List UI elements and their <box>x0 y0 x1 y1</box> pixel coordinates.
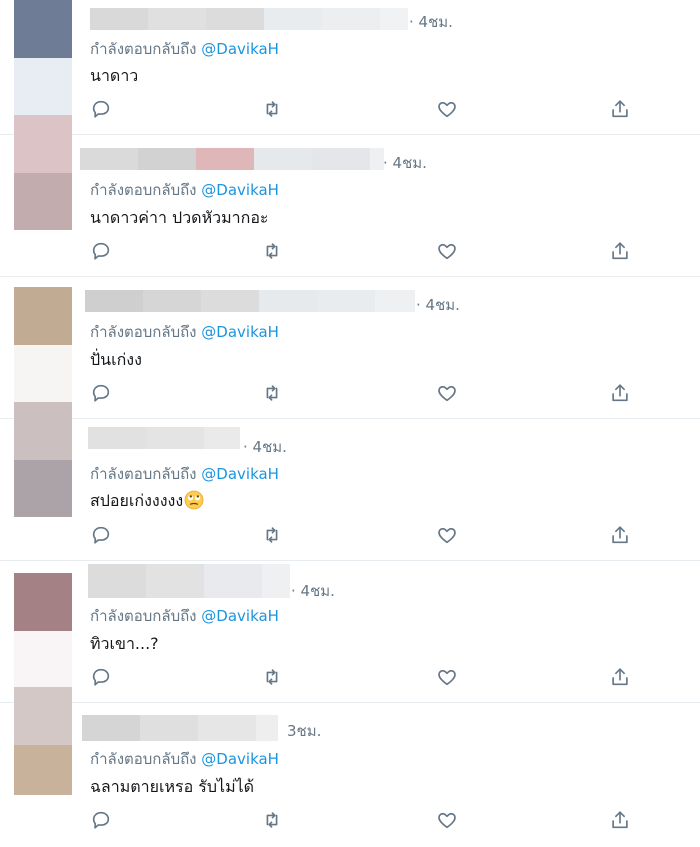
reply-tweet[interactable]: · 4ชม. กำลังตอบกลับถึง @DavikaH นาดาว <box>0 0 700 135</box>
mention-link[interactable]: @DavikaH <box>201 181 279 199</box>
reply-tweet[interactable]: · 4ชม. กำลังตอบกลับถึง @DavikaH สปอยเก่ง… <box>0 402 700 561</box>
avatar[interactable] <box>14 402 72 517</box>
reply-icon <box>92 100 110 118</box>
mention-link[interactable]: @DavikaH <box>201 750 279 768</box>
like-button[interactable] <box>436 382 460 406</box>
replying-to: กำลังตอบกลับถึง @DavikaH <box>90 181 279 199</box>
reply-button[interactable] <box>90 809 114 833</box>
retweet-icon <box>266 669 278 685</box>
replying-to: กำลังตอบกลับถึง @DavikaH <box>90 465 279 483</box>
avatar[interactable] <box>14 115 72 230</box>
retweet-icon <box>266 527 278 543</box>
mention-link[interactable]: @DavikaH <box>201 607 279 625</box>
share-icon <box>612 668 628 686</box>
like-button[interactable] <box>436 98 460 122</box>
replying-to: กำลังตอบกลับถึง @DavikaH <box>90 750 279 768</box>
reply-button[interactable] <box>90 98 114 122</box>
tweet-text: ทิวเขา...? <box>90 634 159 653</box>
avatar[interactable] <box>14 687 72 795</box>
like-button[interactable] <box>436 524 460 548</box>
blurred-username[interactable] <box>85 290 415 312</box>
share-icon <box>612 384 628 402</box>
reply-tweet[interactable]: · 4ชม. กำลังตอบกลับถึง @DavikaH ปั่นเก่ง… <box>0 277 700 419</box>
blurred-username[interactable] <box>88 564 290 598</box>
replying-to: กำลังตอบกลับถึง @DavikaH <box>90 40 279 58</box>
tweet-actions <box>90 98 635 122</box>
like-icon <box>438 385 456 402</box>
like-button[interactable] <box>436 240 460 264</box>
tweet-actions <box>90 240 635 264</box>
share-button[interactable] <box>609 809 633 833</box>
tweet-actions <box>90 809 635 833</box>
reply-icon <box>92 811 110 829</box>
blurred-username[interactable] <box>88 427 240 449</box>
tweet-actions <box>90 524 635 548</box>
retweet-icon <box>266 385 278 401</box>
replying-to: กำลังตอบกลับถึง @DavikaH <box>90 323 279 341</box>
like-button[interactable] <box>436 666 460 690</box>
blurred-username[interactable] <box>90 8 408 30</box>
retweet-button[interactable] <box>261 98 285 122</box>
timestamp[interactable]: · 4ชม. <box>409 10 453 34</box>
share-icon <box>612 526 628 544</box>
share-button[interactable] <box>609 666 633 690</box>
face-with-rolling-eyes-icon <box>184 490 204 510</box>
retweet-button[interactable] <box>261 809 285 833</box>
reply-tweet[interactable]: · 4ชม. กำลังตอบกลับถึง @DavikaH ทิวเขา..… <box>0 561 700 703</box>
tweet-text: ปั่นเก่งง <box>90 350 142 369</box>
timestamp[interactable]: 3ชม. <box>287 719 321 743</box>
tweet-actions <box>90 666 635 690</box>
share-button[interactable] <box>609 382 633 406</box>
timestamp[interactable]: · 4ชม. <box>291 579 335 603</box>
share-icon <box>612 811 628 829</box>
share-button[interactable] <box>609 524 633 548</box>
tweet-actions <box>90 382 635 406</box>
mention-link[interactable]: @DavikaH <box>201 40 279 58</box>
like-icon <box>438 527 456 544</box>
avatar[interactable] <box>14 573 72 688</box>
retweet-icon <box>266 812 278 828</box>
mention-link[interactable]: @DavikaH <box>201 323 279 341</box>
reply-button[interactable] <box>90 666 114 690</box>
timestamp[interactable]: · 4ชม. <box>383 151 427 175</box>
retweet-button[interactable] <box>261 524 285 548</box>
blurred-username[interactable] <box>82 715 278 741</box>
like-icon <box>438 669 456 686</box>
reply-button[interactable] <box>90 240 114 264</box>
retweet-button[interactable] <box>261 240 285 264</box>
reply-feed: · 4ชม. กำลังตอบกลับถึง @DavikaH นาดาว · … <box>0 0 700 847</box>
share-button[interactable] <box>609 98 633 122</box>
avatar[interactable] <box>14 0 72 115</box>
timestamp[interactable]: · 4ชม. <box>243 435 287 459</box>
like-icon <box>438 243 456 260</box>
retweet-icon <box>266 101 278 117</box>
replying-to: กำลังตอบกลับถึง @DavikaH <box>90 607 279 625</box>
share-icon <box>612 100 628 118</box>
timestamp[interactable]: · 4ชม. <box>416 293 460 317</box>
mention-link[interactable]: @DavikaH <box>201 465 279 483</box>
reply-icon <box>92 526 110 544</box>
retweet-button[interactable] <box>261 666 285 690</box>
reply-tweet[interactable]: · 4ชม. กำลังตอบกลับถึง @DavikaH นาดาวค่า… <box>0 115 700 277</box>
like-icon <box>438 812 456 829</box>
tweet-text: นาดาวค่าา ปวดหัวมากอะ <box>90 208 269 227</box>
share-button[interactable] <box>609 240 633 264</box>
blurred-username[interactable] <box>80 148 384 170</box>
reply-tweet[interactable]: 3ชม. กำลังตอบกลับถึง @DavikaH ฉลามตายเหร… <box>0 687 700 847</box>
reply-icon <box>92 668 110 686</box>
like-button[interactable] <box>436 809 460 833</box>
reply-button[interactable] <box>90 382 114 406</box>
reply-button[interactable] <box>90 524 114 548</box>
reply-icon <box>92 384 110 402</box>
retweet-button[interactable] <box>261 382 285 406</box>
avatar[interactable] <box>14 287 72 402</box>
like-icon <box>438 101 456 118</box>
share-icon <box>612 242 628 260</box>
tweet-text: ฉลามตายเหรอ รับไม่ได้ <box>90 777 255 796</box>
tweet-text: นาดาว <box>90 66 139 85</box>
tweet-text: สปอยเก่งงงงง <box>90 489 204 514</box>
reply-icon <box>92 242 110 260</box>
retweet-icon <box>266 243 278 259</box>
